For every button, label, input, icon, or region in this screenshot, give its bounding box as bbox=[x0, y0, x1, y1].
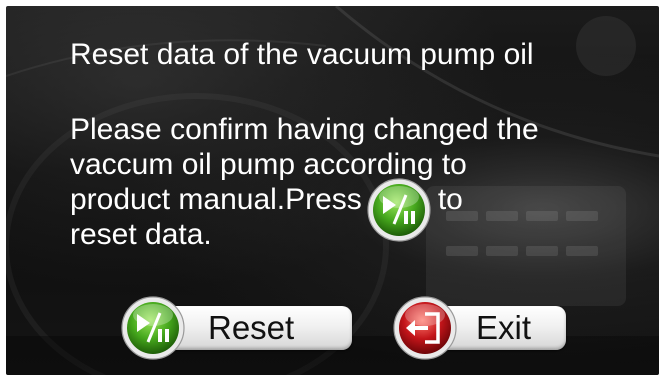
dialog-title: Reset data of the vacuum pump oil bbox=[70, 38, 534, 71]
message-line-3: product manual.Press to bbox=[70, 178, 650, 242]
reset-button[interactable]: Reset bbox=[121, 296, 352, 360]
play-pause-icon bbox=[367, 178, 431, 242]
message-line-3-start: product manual.Press bbox=[70, 183, 362, 216]
play-pause-icon bbox=[121, 296, 185, 360]
message-line-4: reset data. bbox=[70, 218, 212, 251]
reset-dialog-screen: Reset data of the vacuum pump oil Please… bbox=[6, 6, 659, 375]
reset-button-label: Reset bbox=[208, 309, 295, 346]
exit-door-icon bbox=[393, 296, 457, 360]
dialog-message: Please confirm having changed the vaccum… bbox=[70, 112, 650, 252]
message-line-1: Please confirm having changed the bbox=[70, 113, 539, 146]
exit-button-label: Exit bbox=[476, 309, 532, 346]
message-line-3-end: to bbox=[437, 183, 463, 216]
message-line-2: vaccum oil pump according to bbox=[70, 148, 467, 181]
exit-button[interactable]: Exit bbox=[393, 296, 566, 360]
